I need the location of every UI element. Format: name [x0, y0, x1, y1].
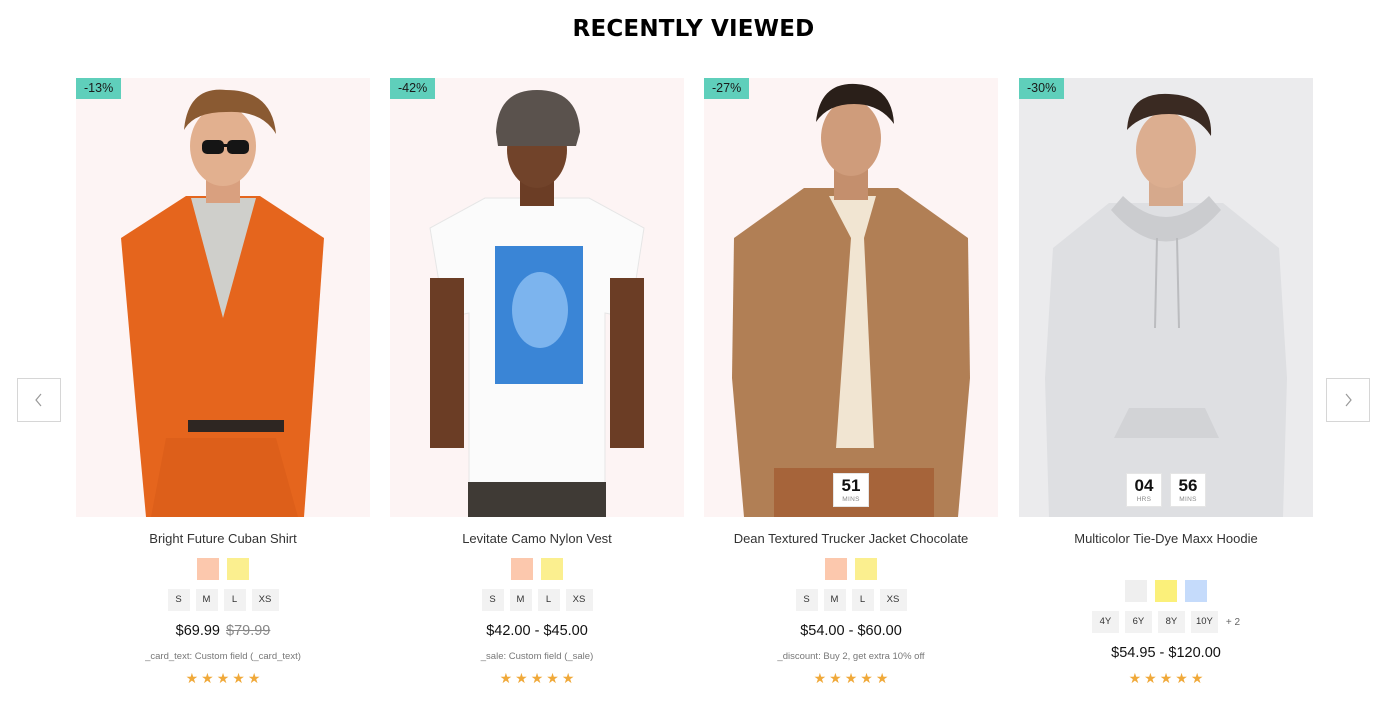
- countdown-minutes: 51 MINS: [833, 473, 869, 507]
- product-price: $69.99 $79.99: [76, 623, 370, 641]
- color-swatches: [390, 558, 684, 580]
- custom-field-text: _discount: Buy 2, get extra 10% off: [777, 651, 925, 662]
- custom-field-text: _sale: Custom field (_sale): [480, 651, 594, 662]
- star-icon: ★: [1175, 670, 1188, 686]
- section-title: RECENTLY VIEWED: [572, 16, 815, 42]
- product-image[interactable]: -42%: [390, 78, 684, 517]
- product-card[interactable]: -27% 51 MINS Dean Textured Trucker Jacke…: [704, 78, 998, 685]
- discount-badge: -13%: [76, 78, 122, 99]
- star-icon: ★: [216, 670, 230, 686]
- size-option[interactable]: XS: [565, 589, 593, 611]
- color-swatch[interactable]: [1185, 580, 1207, 602]
- product-price: $54.95 - $120.00: [1111, 645, 1221, 661]
- star-icon: ★: [515, 670, 528, 686]
- size-options: S M L XS: [390, 589, 684, 611]
- star-icon: ★: [860, 670, 873, 686]
- discount-badge: -42%: [390, 78, 436, 99]
- product-title[interactable]: Multicolor Tie-Dye Maxx Hoodie: [1019, 531, 1313, 548]
- countdown-minutes: 56 MINS: [1170, 473, 1206, 507]
- star-icon: ★: [546, 670, 559, 686]
- color-swatch[interactable]: [825, 558, 847, 580]
- size-options: S M L XS: [76, 589, 370, 611]
- color-swatch[interactable]: [197, 558, 219, 580]
- star-icon: ★: [247, 670, 261, 686]
- discount-badge: -30%: [1019, 78, 1065, 99]
- color-swatches: [704, 558, 998, 580]
- product-image[interactable]: -30% 04 HRS 56 MINS: [1019, 78, 1313, 517]
- size-options: S M L XS: [704, 589, 998, 611]
- product-card[interactable]: -42% Levitate Camo Nylon Vest S M L XS $…: [390, 78, 684, 685]
- star-icon: ★: [1190, 670, 1204, 686]
- size-option[interactable]: 4Y: [1091, 611, 1119, 633]
- star-icon: ★: [844, 670, 858, 686]
- rating-stars: ★ ★ ★ ★ ★: [76, 671, 370, 685]
- color-swatch[interactable]: [227, 558, 249, 580]
- product-title[interactable]: Bright Future Cuban Shirt: [76, 531, 370, 548]
- size-option[interactable]: 10Y: [1190, 611, 1218, 633]
- carousel-prev-button[interactable]: [17, 378, 61, 422]
- size-option[interactable]: 6Y: [1124, 611, 1152, 633]
- star-icon: ★: [232, 670, 245, 686]
- product-image[interactable]: -27% 51 MINS: [704, 78, 998, 517]
- product-photo-orange-suit: [121, 89, 324, 517]
- chevron-right-icon: [1345, 393, 1352, 407]
- color-swatch[interactable]: [1155, 580, 1177, 602]
- star-icon: ★: [1159, 670, 1173, 686]
- color-swatch[interactable]: [541, 558, 563, 580]
- product-image[interactable]: -13%: [76, 78, 370, 517]
- star-icon: ★: [530, 670, 544, 686]
- star-icon: ★: [829, 670, 842, 686]
- size-option[interactable]: S: [167, 589, 190, 611]
- size-option[interactable]: L: [851, 589, 874, 611]
- star-icon: ★: [499, 670, 513, 686]
- more-sizes-link[interactable]: + 2: [1226, 617, 1240, 628]
- rating-stars: ★ ★ ★ ★ ★: [390, 671, 684, 685]
- countdown-timer: 51 MINS: [704, 473, 998, 507]
- size-options: 4Y 6Y 8Y 10Y + 2: [1019, 611, 1313, 633]
- product-photo-white-tshirt: [429, 90, 645, 517]
- star-icon: ★: [1128, 670, 1142, 686]
- discount-badge: -27%: [704, 78, 750, 99]
- star-icon: ★: [201, 670, 214, 686]
- product-card[interactable]: -30% 04 HRS 56 MINS Multicolor Tie-Dye M…: [1019, 78, 1313, 685]
- countdown-timer: 04 HRS 56 MINS: [1019, 473, 1313, 507]
- size-option[interactable]: S: [795, 589, 818, 611]
- carousel-next-button[interactable]: [1326, 378, 1370, 422]
- product-title[interactable]: Dean Textured Trucker Jacket Chocolate: [704, 531, 998, 548]
- color-swatch[interactable]: [855, 558, 877, 580]
- color-swatches: [1019, 580, 1313, 602]
- color-swatch[interactable]: [1125, 580, 1147, 602]
- star-icon: ★: [813, 670, 827, 686]
- product-price: $54.00 - $60.00: [800, 623, 902, 639]
- star-icon: ★: [875, 670, 889, 686]
- product-card[interactable]: -13% Bright Future Cuban Shirt S M L XS …: [76, 78, 370, 685]
- custom-field-text: _card_text: Custom field (_card_text): [145, 651, 301, 662]
- star-icon: ★: [1144, 670, 1157, 686]
- size-option[interactable]: 8Y: [1157, 611, 1185, 633]
- size-option[interactable]: M: [509, 589, 532, 611]
- original-price: $79.99: [226, 623, 271, 639]
- star-icon: ★: [561, 670, 575, 686]
- chevron-left-icon: [35, 393, 42, 407]
- product-title[interactable]: Levitate Camo Nylon Vest: [390, 531, 684, 548]
- sale-price: $69.99: [175, 623, 220, 639]
- product-photo-trucker-jacket: [732, 83, 970, 517]
- size-option[interactable]: M: [823, 589, 846, 611]
- rating-stars: ★ ★ ★ ★ ★: [704, 671, 998, 685]
- countdown-hours: 04 HRS: [1126, 473, 1162, 507]
- color-swatches: [76, 558, 370, 580]
- size-option[interactable]: L: [537, 589, 560, 611]
- rating-stars: ★ ★ ★ ★ ★: [1019, 671, 1313, 685]
- size-option[interactable]: S: [481, 589, 504, 611]
- size-option[interactable]: XS: [879, 589, 907, 611]
- size-option[interactable]: M: [195, 589, 218, 611]
- size-option[interactable]: XS: [251, 589, 279, 611]
- product-photo-grey-hoodie: [1045, 93, 1287, 517]
- size-option[interactable]: L: [223, 589, 246, 611]
- color-swatch[interactable]: [511, 558, 533, 580]
- star-icon: ★: [185, 670, 199, 686]
- product-price: $42.00 - $45.00: [486, 623, 588, 639]
